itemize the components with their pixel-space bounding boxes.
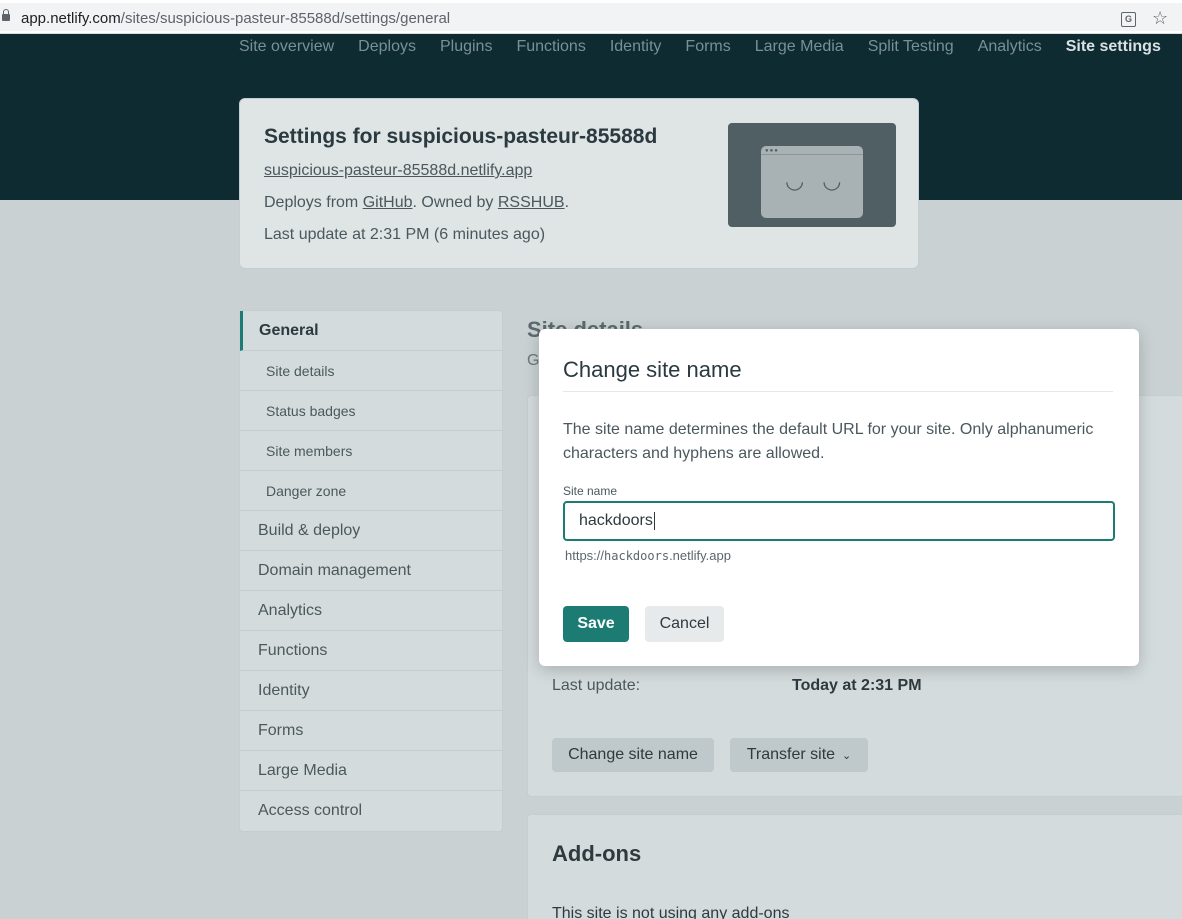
- top-nav-item-forms[interactable]: Forms: [685, 38, 730, 56]
- page-title: Settings for suspicious-pasteur-85588d: [264, 125, 658, 148]
- last-update-label: Last update:: [552, 677, 641, 694]
- sidebar-item-site-details[interactable]: Site details: [240, 351, 502, 391]
- modal-title: Change site name: [563, 357, 742, 382]
- site-name-label: Site name: [563, 484, 618, 498]
- sidebar-item-functions[interactable]: Functions: [240, 631, 502, 671]
- url-preview: https://hackdoors.netlify.app: [565, 548, 731, 563]
- site-url-link[interactable]: suspicious-pasteur-85588d.netlify.app: [264, 162, 532, 180]
- bookmark-star-icon[interactable]: ☆: [1152, 8, 1168, 29]
- sidebar-item-status-badges[interactable]: Status badges: [240, 391, 502, 431]
- sidebar-item-domain-management[interactable]: Domain management: [240, 551, 502, 591]
- modal-description: The site name determines the default URL…: [563, 421, 1094, 462]
- sidebar-item-analytics[interactable]: Analytics: [240, 591, 502, 631]
- site-screenshot-placeholder[interactable]: ●●● ◡ ◡: [728, 123, 896, 227]
- top-nav-item-split-testing[interactable]: Split Testing: [868, 38, 954, 56]
- owned-suffix: .: [564, 194, 570, 211]
- top-nav-item-plugins[interactable]: Plugins: [440, 38, 492, 56]
- change-site-name-button[interactable]: Change site name: [552, 738, 714, 772]
- sidebar-item-forms[interactable]: Forms: [240, 711, 502, 751]
- url-text[interactable]: app.netlify.com/sites/suspicious-pasteur…: [21, 10, 450, 27]
- save-button[interactable]: Save: [563, 606, 629, 642]
- url-field[interactable]: app.netlify.com/sites/suspicious-pasteur…: [0, 3, 1182, 31]
- browser-window-illustration: ●●● ◡ ◡: [761, 146, 863, 218]
- change-site-name-modal: Change site name The site name determine…: [539, 329, 1139, 666]
- sidebar-item-site-members[interactable]: Site members: [240, 431, 502, 471]
- url-preview-suffix: .netlify.app: [669, 548, 731, 563]
- top-nav-item-site-overview[interactable]: Site overview: [239, 38, 334, 56]
- url-preview-name: hackdoors: [604, 549, 670, 563]
- github-link[interactable]: GitHub: [363, 194, 413, 211]
- site-name-value: hackdoors: [579, 512, 653, 529]
- top-nav-item-analytics[interactable]: Analytics: [978, 38, 1042, 56]
- sidebar-item-access-control[interactable]: Access control: [240, 791, 502, 831]
- smiley-face-icon: ◡ ◡: [785, 168, 848, 193]
- last-update-value: Today at 2:31 PM: [792, 677, 922, 694]
- site-top-nav: Site overview Deploys Plugins Functions Iden…: [239, 38, 1161, 56]
- deploys-prefix: Deploys from: [264, 194, 363, 211]
- addons-text: This site is not using any add-ons: [552, 905, 790, 919]
- sidebar-item-identity[interactable]: Identity: [240, 671, 502, 711]
- top-nav-item-site-settings[interactable]: Site settings: [1066, 38, 1161, 56]
- lock-icon[interactable]: [2, 9, 10, 22]
- url-path: /sites/suspicious-pasteur-85588d/setting…: [120, 10, 451, 27]
- text-caret: [653, 512, 655, 530]
- section-subtitle: G: [527, 352, 540, 369]
- sidebar-item-large-media[interactable]: Large Media: [240, 751, 502, 791]
- url-preview-prefix: https://: [565, 548, 605, 563]
- settings-sidebar: General Site details Status badges Site mem…: [239, 310, 503, 832]
- transfer-site-label: Transfer site: [746, 746, 836, 763]
- modal-divider: [563, 391, 1113, 392]
- transfer-site-button[interactable]: Transfer site ⌄: [730, 738, 868, 772]
- sidebar-item-build-deploy[interactable]: Build & deploy: [240, 511, 502, 551]
- cancel-button[interactable]: Cancel: [645, 606, 724, 642]
- translate-icon[interactable]: G: [1121, 12, 1136, 27]
- sidebar-item-general[interactable]: General: [240, 311, 502, 351]
- url-host: app.netlify.com: [21, 10, 121, 27]
- deploy-source-line: Deploys from GitHub. Owned by RSSHUB.: [264, 194, 569, 212]
- top-nav-item-identity[interactable]: Identity: [610, 38, 662, 56]
- last-update-text: Last update at 2:31 PM (6 minutes ago): [264, 226, 546, 243]
- browser-address-bar: app.netlify.com/sites/suspicious-pasteur…: [0, 0, 1182, 34]
- top-nav-item-functions[interactable]: Functions: [516, 38, 585, 56]
- sidebar-item-danger-zone[interactable]: Danger zone: [240, 471, 502, 511]
- owned-prefix: . Owned by: [412, 194, 498, 211]
- chevron-down-icon: ⌄: [842, 749, 852, 762]
- owner-link[interactable]: RSSHUB: [498, 194, 565, 211]
- site-summary-card: Settings for suspicious-pasteur-85588d s…: [239, 98, 919, 269]
- top-nav-item-deploys[interactable]: Deploys: [358, 38, 416, 56]
- addons-title: Add-ons: [552, 841, 642, 866]
- top-nav-item-large-media[interactable]: Large Media: [755, 38, 844, 56]
- site-name-input[interactable]: hackdoors: [563, 501, 1115, 541]
- addons-panel: Add-ons This site is not using any add-o…: [527, 814, 1182, 919]
